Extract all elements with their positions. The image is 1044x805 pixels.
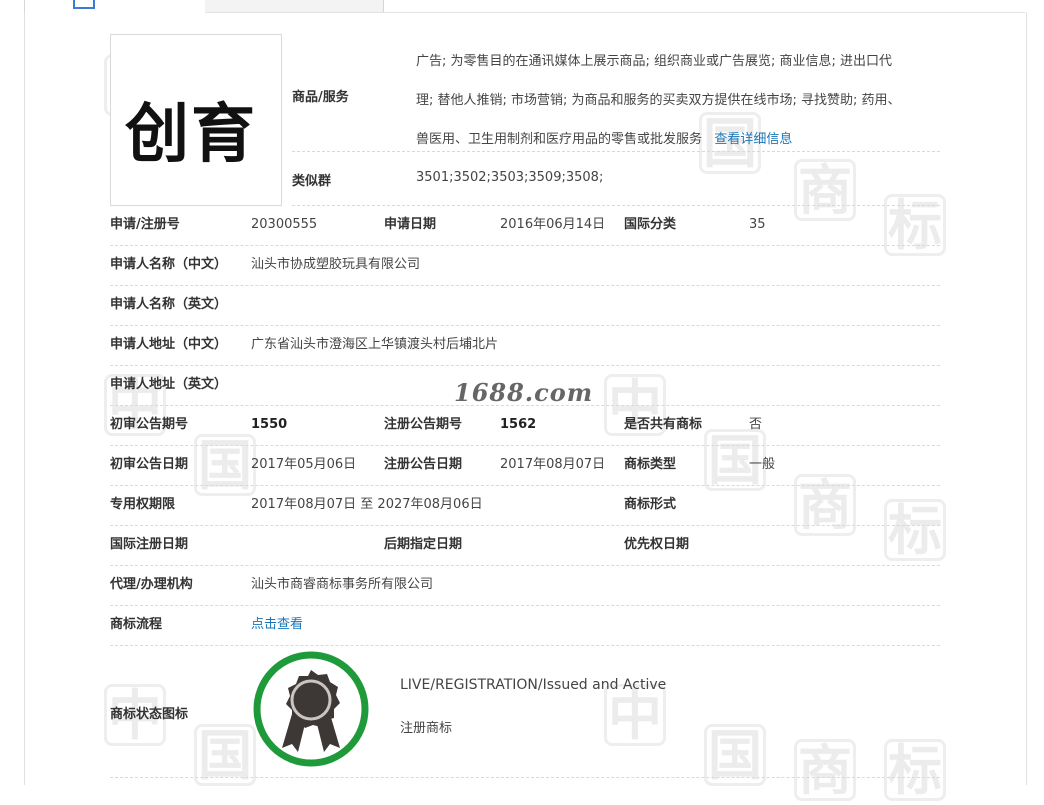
address-cn-value: 广东省汕头市澄海区上华镇渡头村后埔北片	[251, 337, 499, 352]
goods-services-line: 理; 替他人推销; 市场营销; 为商品和服务的买卖双方提供在线市场; 寻找赞助;…	[416, 93, 901, 108]
flow-label: 商标流程	[110, 617, 163, 632]
row-applicant-en: 申请人名称（英文）	[110, 285, 940, 326]
goods-services-row: 商品/服务 广告; 为零售目的在通讯媒体上展示商品; 组织商业或广告展览; 商业…	[292, 34, 940, 152]
similar-group-label: 类似群	[292, 174, 332, 189]
shared-label: 是否共有商标	[624, 417, 703, 432]
tab-strip	[0, 0, 1044, 13]
shared-value: 否	[749, 417, 763, 432]
address-cn-label: 申请人地址（中文）	[110, 337, 228, 352]
reg-pub-date-value: 2017年08月07日	[500, 457, 606, 472]
applicant-cn-value: 汕头市协成塑胶玩具有限公司	[251, 257, 421, 272]
prelim-pub-date-value: 2017年05月06日	[251, 457, 357, 472]
applicant-en-label: 申请人名称（英文）	[110, 297, 228, 312]
priority-date-label: 优先权日期	[624, 537, 690, 552]
row-pub-no: 初审公告期号 1550 注册公告期号 1562 是否共有商标 否	[110, 405, 940, 446]
prelim-pub-no-value: 1550	[251, 417, 288, 432]
row-pub-date: 初审公告日期 2017年05月06日 注册公告日期 2017年08月07日 商标…	[110, 445, 940, 486]
reg-pub-no-value: 1562	[500, 417, 537, 432]
view-flow-link[interactable]: 点击查看	[251, 605, 303, 645]
intl-class-label: 国际分类	[624, 217, 677, 232]
intl-reg-date-label: 国际注册日期	[110, 537, 189, 552]
exclusive-period-value: 2017年08月07日 至 2027年08月06日	[251, 497, 483, 512]
status-cn: 注册商标	[400, 721, 453, 736]
goods-services-line: 广告; 为零售目的在通讯媒体上展示商品; 组织商业或广告展览; 商业信息; 进出…	[416, 54, 893, 69]
view-details-link[interactable]: 查看详细信息	[714, 132, 792, 147]
similar-group-row: 类似群 3501;3502;3503;3509;3508;	[292, 152, 940, 206]
reg-no-label: 申请/注册号	[110, 217, 180, 232]
applicant-cn-label: 申请人名称（中文）	[110, 257, 228, 272]
address-en-label: 申请人地址（英文）	[110, 377, 228, 392]
row-status-icon: 商标状态图标 LIVE/REGISTRATION/Issued and Acti…	[110, 645, 940, 778]
registered-seal-icon	[252, 650, 370, 772]
agency-label: 代理/办理机构	[110, 577, 193, 592]
trademark-logo-text: 创育	[125, 97, 257, 172]
reg-pub-no-label: 注册公告期号	[384, 417, 463, 432]
status-en: LIVE/REGISTRATION/Issued and Active	[400, 677, 667, 693]
goods-services-line: 兽医用、卫生用制剂和医疗用品的零售或批发服务	[416, 132, 703, 147]
tm-type-label: 商标类型	[624, 457, 677, 472]
later-designation-label: 后期指定日期	[384, 537, 463, 552]
intl-class-value: 35	[749, 217, 766, 232]
tab-active[interactable]	[24, 0, 206, 12]
apply-date-label: 申请日期	[384, 217, 437, 232]
row-applicant-cn: 申请人名称（中文） 汕头市协成塑胶玩具有限公司	[110, 245, 940, 286]
row-registration: 申请/注册号 20300555 申请日期 2016年06月14日 国际分类 35	[110, 205, 940, 246]
prelim-pub-date-label: 初审公告日期	[110, 457, 189, 472]
reg-pub-date-label: 注册公告日期	[384, 457, 463, 472]
trademark-image: 创育	[110, 34, 282, 206]
site-watermark-logo: 1688.com	[454, 378, 594, 407]
agency-value: 汕头市商睿商标事务所有限公司	[251, 577, 434, 592]
status-icon-label: 商标状态图标	[110, 707, 189, 722]
row-address-cn: 申请人地址（中文） 广东省汕头市澄海区上华镇渡头村后埔北片	[110, 325, 940, 366]
reg-no-value: 20300555	[251, 217, 318, 232]
tm-form-label: 商标形式	[624, 497, 677, 512]
goods-services-text: 广告; 为零售目的在通讯媒体上展示商品; 组织商业或广告展览; 商业信息; 进出…	[416, 42, 940, 159]
row-intl-dates: 国际注册日期 后期指定日期 优先权日期	[110, 525, 940, 566]
tab-icon	[73, 0, 95, 9]
apply-date-value: 2016年06月14日	[500, 217, 606, 232]
similar-group-value: 3501;3502;3503;3509;3508;	[416, 170, 604, 185]
row-flow: 商标流程 点击查看	[110, 605, 940, 646]
row-exclusive-period: 专用权期限 2017年08月07日 至 2027年08月06日 商标形式	[110, 485, 940, 526]
exclusive-period-label: 专用权期限	[110, 497, 176, 512]
prelim-pub-no-label: 初审公告期号	[110, 417, 189, 432]
goods-services-label: 商品/服务	[292, 90, 349, 105]
row-agency: 代理/办理机构 汕头市商睿商标事务所有限公司	[110, 565, 940, 606]
tm-type-value: 一般	[749, 457, 776, 472]
